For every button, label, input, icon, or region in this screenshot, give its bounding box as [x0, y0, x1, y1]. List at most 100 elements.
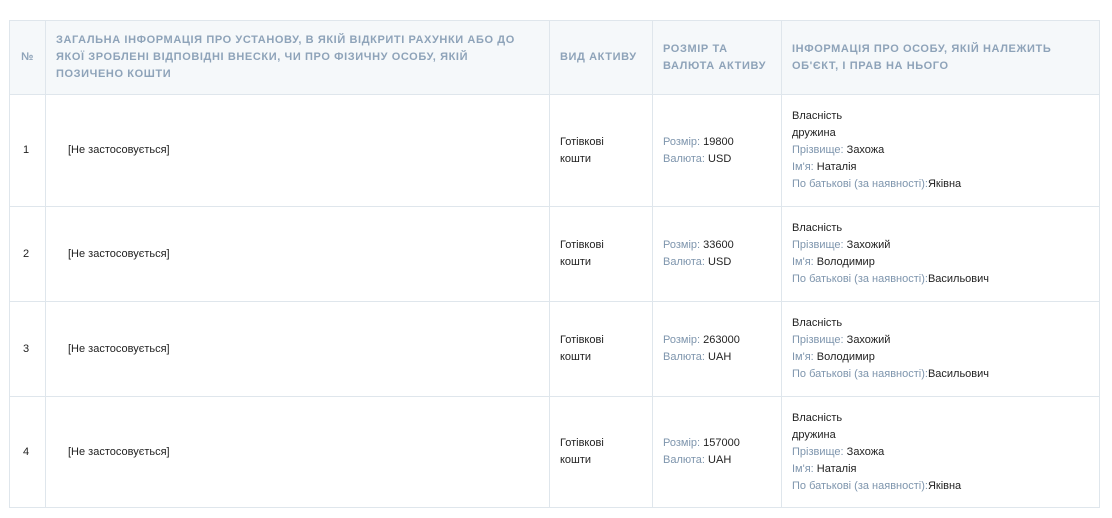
row-number: 2: [9, 206, 46, 302]
relation: дружина: [792, 428, 836, 441]
institution-text: [Не застосовується]: [68, 342, 170, 355]
patronymic-line: По батькові (за наявності):Яківна: [792, 176, 1089, 193]
surname-value: Захожий: [846, 334, 891, 346]
size-currency-cell: Розмір: 33600 Валюта: USD: [652, 206, 782, 302]
owner-info-cell: Власність Прізвище: Захожий Ім'я: Володи…: [781, 206, 1100, 302]
asset-type-cell: Готівкові кошти: [549, 301, 653, 397]
currency-value: USD: [708, 256, 732, 268]
size-line: Розмір: 19800: [663, 134, 771, 151]
name-label: Ім'я:: [792, 351, 814, 363]
ownership-right: Власність: [792, 411, 843, 424]
currency-value: UAH: [708, 351, 732, 363]
size-currency-cell: Розмір: 157000 Валюта: UAH: [652, 396, 782, 508]
surname-label: Прізвище:: [792, 144, 844, 156]
asset-type-text: Готівкові кошти: [560, 135, 604, 165]
institution-cell: [Не застосовується]: [45, 206, 550, 302]
asset-type-text: Готівкові кошти: [560, 239, 604, 268]
name-line: Ім'я: Наталія: [792, 461, 1089, 478]
currency-line: Валюта: USD: [663, 151, 771, 168]
patronymic-line: По батькові (за наявності):Яківна: [792, 478, 1089, 495]
institution-text: [Не застосовується]: [68, 144, 170, 156]
asset-type-cell: Готівкові кошти: [549, 94, 653, 207]
table-row: 1 [Не застосовується] Готівкові кошти Ро…: [9, 94, 1100, 207]
header-asset-type: ВИД АКТИВУ: [549, 20, 653, 95]
size-label: Розмір:: [663, 239, 701, 251]
institution-text: [Не застосовується]: [68, 445, 170, 458]
surname-line: Прізвище: Захожа: [792, 142, 1089, 159]
asset-type-cell: Готівкові кошти: [549, 396, 653, 508]
row-number: 3: [9, 301, 46, 397]
surname-value: Захожа: [846, 445, 885, 458]
ownership-right: Власність: [792, 222, 843, 234]
patronymic-value: Васильович: [927, 368, 990, 380]
surname-line: Прізвище: Захожий: [792, 237, 1089, 254]
size-value: 19800: [703, 135, 734, 148]
name-value: Наталія: [816, 462, 857, 475]
patronymic-value: Яківна: [927, 178, 962, 190]
size-line: Розмір: 33600: [663, 237, 771, 254]
patronymic-line: По батькові (за наявності):Васильович: [792, 271, 1089, 288]
header-size-currency: РОЗМІР ТА ВАЛЮТА АКТИВУ: [652, 20, 782, 95]
currency-line: Валюта: UAH: [663, 349, 771, 366]
owner-info-cell: Власність дружина Прізвище: Захожа Ім'я:…: [781, 94, 1100, 207]
name-value: Володимир: [816, 351, 875, 363]
asset-type-cell: Готівкові кошти: [549, 206, 653, 302]
size-currency-cell: Розмір: 19800 Валюта: USD: [652, 94, 782, 207]
patronymic-label: По батькові (за наявності):: [792, 479, 928, 492]
ownership-right: Власність: [792, 110, 843, 122]
asset-type-text: Готівкові кошти: [560, 334, 604, 363]
assets-table-container: № ЗАГАЛЬНА ІНФОРМАЦІЯ ПРО УСТАНОВУ, В ЯК…: [9, 20, 1100, 508]
currency-line: Валюта: USD: [663, 254, 771, 271]
size-label: Розмір:: [663, 437, 701, 449]
name-label: Ім'я:: [792, 161, 814, 173]
currency-label: Валюта:: [663, 152, 705, 165]
patronymic-label: По батькові (за наявності):: [792, 178, 928, 190]
surname-label: Прізвище:: [792, 445, 844, 458]
institution-text: [Не застосовується]: [68, 247, 170, 260]
size-currency-cell: Розмір: 263000 Валюта: UAH: [652, 301, 782, 397]
patronymic-value: Яківна: [927, 479, 962, 492]
name-line: Ім'я: Володимир: [792, 349, 1089, 366]
size-value: 157000: [703, 437, 740, 449]
owner-info-cell: Власність дружина Прізвище: Захожа Ім'я:…: [781, 396, 1100, 508]
header-owner-info: ІНФОРМАЦІЯ ПРО ОСОБУ, ЯКІЙ НАЛЕЖИТЬ ОБ'Є…: [781, 20, 1100, 95]
patronymic-value: Васильович: [927, 273, 990, 285]
size-line: Розмір: 157000: [663, 435, 771, 452]
surname-value: Захожий: [846, 239, 891, 251]
row-number: 4: [9, 396, 46, 508]
name-value: Наталія: [816, 161, 857, 173]
currency-value: USD: [708, 152, 732, 165]
table-row: 3 [Не застосовується] Готівкові кошти Ро…: [9, 301, 1100, 397]
name-line: Ім'я: Наталія: [792, 159, 1089, 176]
header-number: №: [9, 20, 46, 95]
institution-cell: [Не застосовується]: [45, 396, 550, 508]
currency-line: Валюта: UAH: [663, 452, 771, 469]
size-line: Розмір: 263000: [663, 332, 771, 349]
size-value: 33600: [703, 239, 734, 251]
table-header: № ЗАГАЛЬНА ІНФОРМАЦІЯ ПРО УСТАНОВУ, В ЯК…: [9, 20, 1100, 95]
currency-value: UAH: [708, 454, 732, 466]
size-value: 263000: [703, 334, 740, 346]
name-label: Ім'я:: [792, 462, 814, 475]
table-body: 1 [Не застосовується] Готівкові кошти Ро…: [9, 94, 1100, 508]
asset-type-text: Готівкові кошти: [560, 437, 604, 466]
patronymic-label: По батькові (за наявності):: [792, 273, 928, 285]
size-label: Розмір:: [663, 334, 701, 346]
currency-label: Валюта:: [663, 256, 705, 268]
surname-label: Прізвище:: [792, 334, 844, 346]
surname-line: Прізвище: Захожа: [792, 444, 1089, 461]
name-label: Ім'я:: [792, 256, 814, 268]
ownership-right: Власність: [792, 317, 843, 329]
cash-assets-table: № ЗАГАЛЬНА ІНФОРМАЦІЯ ПРО УСТАНОВУ, В ЯК…: [9, 20, 1100, 508]
table-row: 4 [Не застосовується] Готівкові кошти Ро…: [9, 396, 1100, 508]
surname-value: Захожа: [846, 144, 885, 156]
relation: дружина: [792, 127, 836, 139]
header-institution: ЗАГАЛЬНА ІНФОРМАЦІЯ ПРО УСТАНОВУ, В ЯКІЙ…: [45, 20, 550, 95]
name-line: Ім'я: Володимир: [792, 254, 1089, 271]
currency-label: Валюта:: [663, 351, 705, 363]
header-row: № ЗАГАЛЬНА ІНФОРМАЦІЯ ПРО УСТАНОВУ, В ЯК…: [9, 20, 1100, 95]
institution-cell: [Не застосовується]: [45, 94, 550, 207]
patronymic-line: По батькові (за наявності):Васильович: [792, 366, 1089, 383]
owner-info-cell: Власність Прізвище: Захожий Ім'я: Володи…: [781, 301, 1100, 397]
institution-cell: [Не застосовується]: [45, 301, 550, 397]
